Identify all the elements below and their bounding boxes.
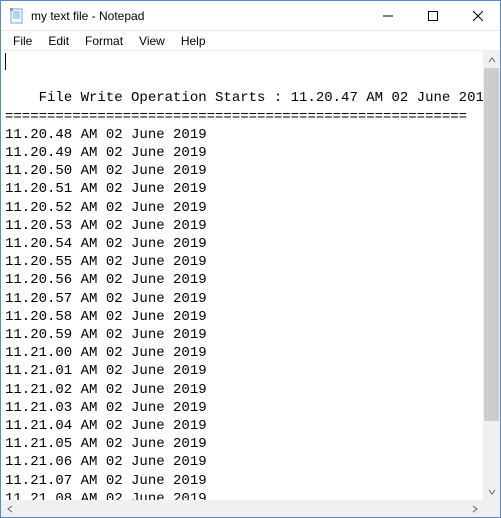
title-bar[interactable]: my text file - Notepad — [1, 1, 500, 31]
menu-edit[interactable]: Edit — [40, 33, 77, 49]
menu-help[interactable]: Help — [173, 33, 214, 49]
close-button[interactable] — [455, 1, 500, 30]
chevron-left-icon — [6, 505, 14, 513]
chevron-up-icon — [488, 56, 496, 64]
scroll-track[interactable] — [483, 68, 500, 483]
maximize-button[interactable] — [410, 1, 455, 30]
hscroll-track[interactable] — [18, 500, 466, 517]
menu-bar: File Edit Format View Help — [1, 31, 500, 51]
text-caret — [5, 53, 6, 70]
menu-view[interactable]: View — [131, 33, 173, 49]
client-area: File Write Operation Starts : 11.20.47 A… — [1, 51, 500, 500]
scroll-down-arrow[interactable] — [483, 483, 500, 500]
window-controls — [365, 1, 500, 30]
minimize-button[interactable] — [365, 1, 410, 30]
scroll-thumb[interactable] — [484, 68, 499, 421]
scroll-left-arrow[interactable] — [1, 500, 18, 517]
chevron-right-icon — [471, 505, 479, 513]
scroll-right-arrow[interactable] — [466, 500, 483, 517]
vertical-scrollbar[interactable] — [483, 51, 500, 500]
text-editor[interactable]: File Write Operation Starts : 11.20.47 A… — [1, 51, 483, 500]
minimize-icon — [383, 11, 393, 21]
horizontal-scrollbar[interactable] — [1, 500, 500, 517]
maximize-icon — [428, 11, 438, 21]
scroll-corner — [483, 500, 500, 517]
window-title: my text file - Notepad — [31, 9, 365, 23]
close-icon — [473, 11, 483, 21]
app-icon — [9, 8, 25, 24]
chevron-down-icon — [488, 488, 496, 496]
scroll-up-arrow[interactable] — [483, 51, 500, 68]
menu-format[interactable]: Format — [77, 33, 131, 49]
notepad-window: my text file - Notepad File Edit Format … — [0, 0, 501, 518]
menu-file[interactable]: File — [5, 33, 40, 49]
